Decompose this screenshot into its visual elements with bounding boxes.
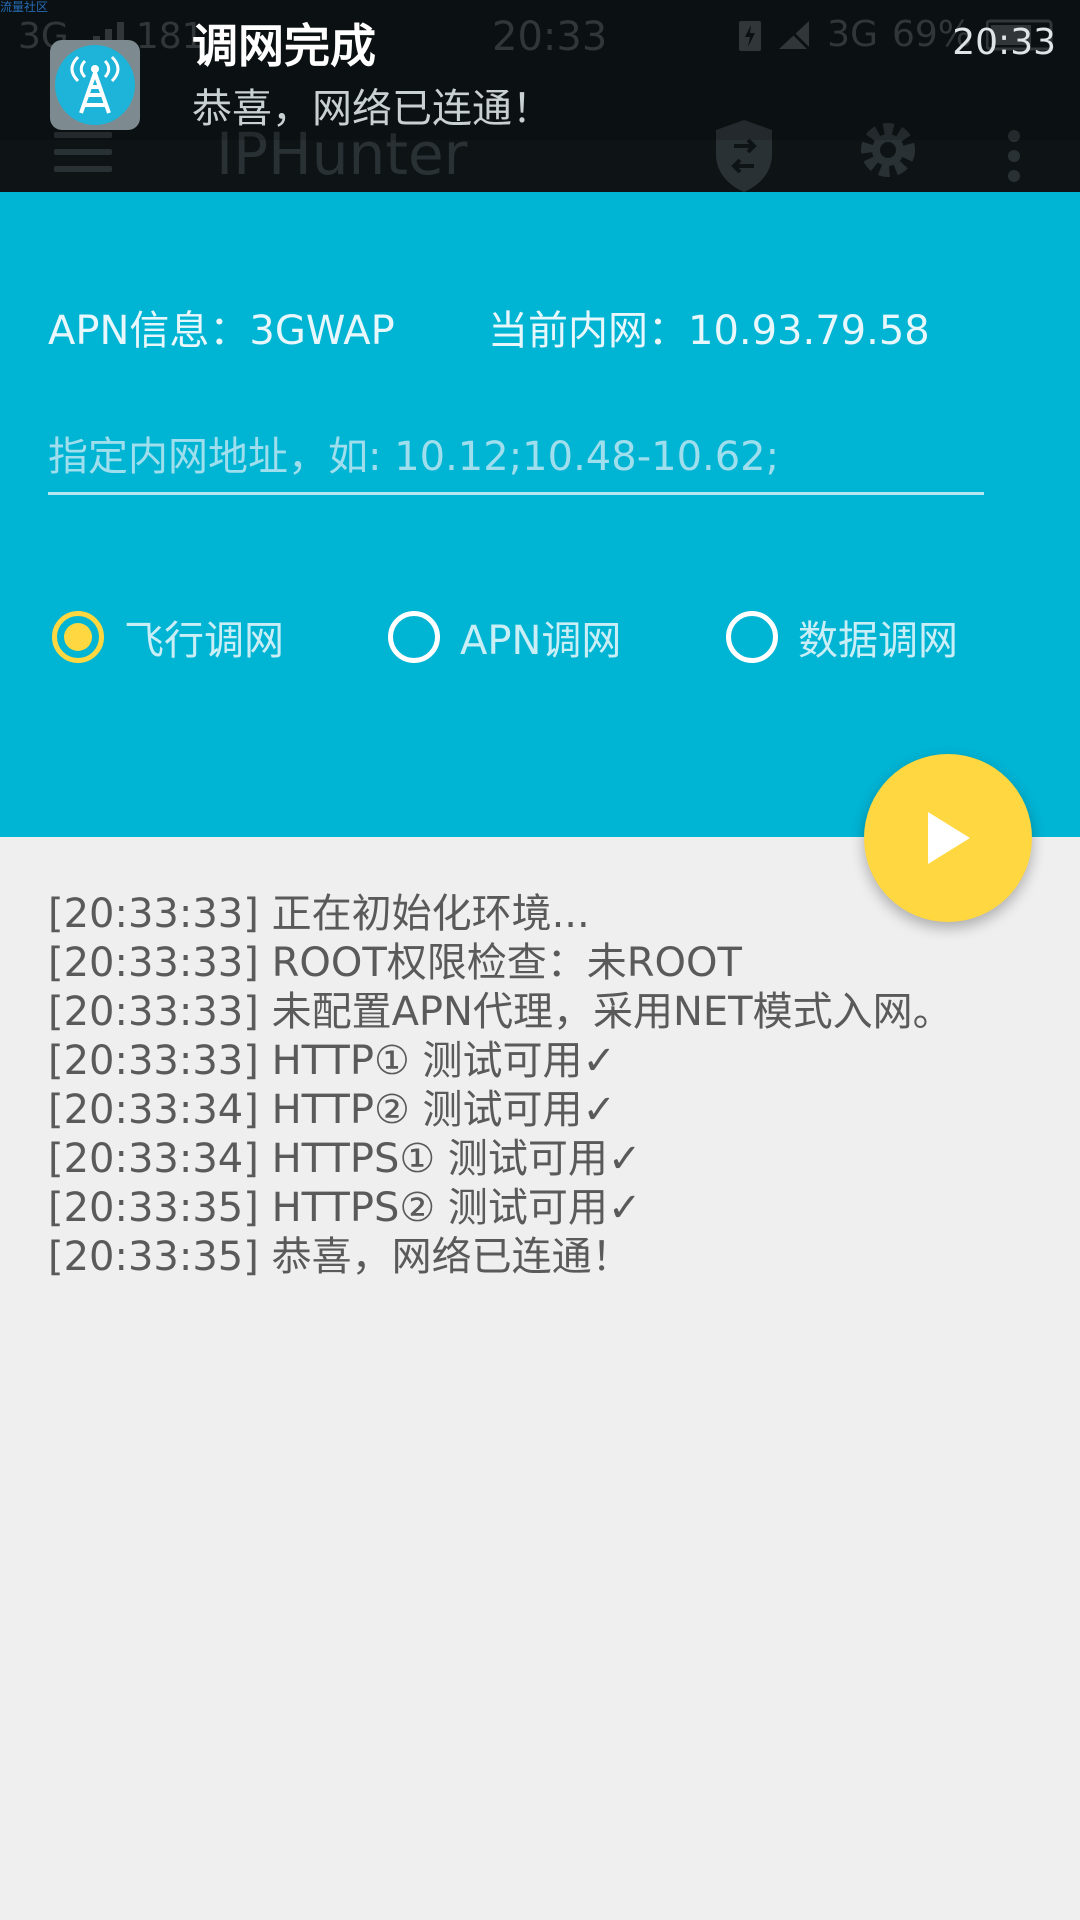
heads-up-notification[interactable]: 调网完成 恭喜，网络已连通！ 20:33 — [0, 0, 1080, 140]
log-line: [20:33:33] ROOT权限检查：未ROOT — [48, 940, 742, 986]
log-line: [20:33:33] 未配置APN代理，采用NET模式入网。 — [48, 989, 953, 1035]
notification-time: 20:33 — [952, 22, 1056, 63]
radio-apn-mode[interactable]: APN调网 — [388, 608, 621, 666]
log-line: [20:33:34] HTTP② 测试可用✓ — [48, 1087, 617, 1133]
radio-label: 飞行调网 — [124, 618, 284, 664]
radio-airplane-mode[interactable]: 飞行调网 — [52, 608, 284, 666]
radio-label: 数据调网 — [798, 618, 958, 664]
config-panel: APN信息：3GWAP 当前内网：10.93.79.58 飞行调网 APN调网 … — [0, 192, 1080, 837]
notification-text: 恭喜，网络已连通！ — [192, 86, 552, 132]
screen: 3G 181 20:33 3G 69% IPHunter 流量社区 调网完成 恭… — [0, 0, 1080, 1920]
log-output: [20:33:33] 正在初始化环境... [20:33:33] ROOT权限检… — [48, 890, 1038, 1282]
radio-checked-icon — [52, 611, 104, 663]
log-line: [20:33:33] 正在初始化环境... — [48, 891, 590, 937]
notification-app-icon — [50, 40, 140, 130]
ip-range-input[interactable] — [48, 422, 984, 495]
radio-unchecked-icon — [726, 611, 778, 663]
mode-radio-group: 飞行调网 APN调网 数据调网 — [0, 608, 1080, 672]
radio-data-mode[interactable]: 数据调网 — [726, 608, 958, 666]
notification-title: 调网完成 — [192, 19, 376, 73]
radio-label: APN调网 — [460, 618, 622, 664]
log-line: [20:33:35] 恭喜，网络已连通！ — [48, 1234, 632, 1280]
log-line: [20:33:34] HTTPS① 测试可用✓ — [48, 1136, 642, 1182]
log-line: [20:33:33] HTTP① 测试可用✓ — [48, 1038, 617, 1084]
current-ip: 当前内网：10.93.79.58 — [488, 308, 930, 354]
cell-tower-icon — [70, 55, 120, 114]
apn-info: APN信息：3GWAP — [48, 308, 395, 354]
log-line: [20:33:35] HTTPS② 测试可用✓ — [48, 1185, 642, 1231]
radio-unchecked-icon — [388, 611, 440, 663]
play-icon — [928, 812, 970, 864]
